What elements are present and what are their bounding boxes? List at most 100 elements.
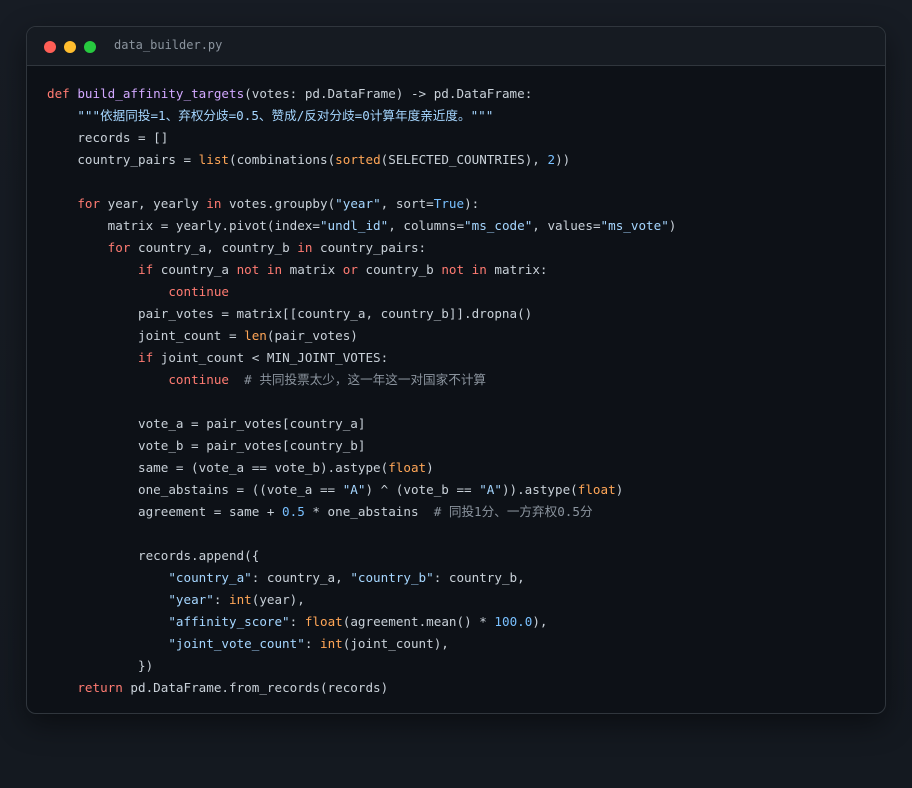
code-token: or [342, 262, 358, 277]
code-token: len [244, 328, 267, 343]
code-token: : [304, 636, 320, 651]
code-token: pd.DataFrame.from_records(records) [122, 680, 389, 695]
code-token: float [388, 460, 427, 475]
code-token: }) [47, 658, 154, 673]
code-token: return [77, 680, 123, 695]
code-token: not in [441, 262, 487, 277]
code-token: "joint_vote_count" [168, 636, 305, 651]
code-token: (year), [251, 592, 305, 607]
code-token: "A" [479, 482, 502, 497]
code-token: same = (vote_a == vote_b).astype( [47, 460, 389, 475]
code-token: year, yearly [100, 196, 207, 211]
code-token: * one_abstains [304, 504, 434, 519]
title-bar: data_builder.py [27, 27, 885, 66]
code-token: : [213, 592, 229, 607]
code-token: vote_a = pair_votes[country_a] [47, 416, 366, 431]
code-line: vote_b = pair_votes[country_b] [47, 435, 676, 457]
code-line: "affinity_score": float(agreement.mean()… [47, 611, 676, 633]
code-line: if country_a not in matrix or country_b … [47, 259, 676, 281]
code-token: # 同投1分、一方弃权0.5分 [433, 504, 593, 519]
code-token: def [47, 86, 78, 101]
code-token: for [107, 240, 131, 255]
code-line: one_abstains = ((vote_a == "A") ^ (vote_… [47, 479, 676, 501]
code-token: 100.0 [494, 614, 533, 629]
code-line: joint_count = len(pair_votes) [47, 325, 676, 347]
code-token: sorted [335, 152, 381, 167]
code-token: vote_b = pair_votes[country_b] [47, 438, 366, 453]
code-token: "year" [335, 196, 381, 211]
code-token: : country_b, [433, 570, 525, 585]
code-block[interactable]: def build_affinity_targets(votes: pd.Dat… [47, 83, 676, 699]
code-token: matrix [282, 262, 343, 277]
code-token: """依据同投=1、弃权分歧=0.5、赞成/反对分歧=0计算年度亲近度。""" [77, 108, 494, 123]
code-token: )).astype( [501, 482, 578, 497]
code-line: matrix = yearly.pivot(index="undl_id", c… [47, 215, 677, 237]
code-window: data_builder.py def build_affinity_targe… [26, 26, 886, 714]
code-token: pair_votes = matrix[[country_a, country_… [47, 306, 533, 321]
code-token: int [319, 636, 343, 651]
code-token: country_b [357, 262, 442, 277]
code-token: country_pairs = [47, 152, 199, 167]
maximize-window-button[interactable] [84, 41, 96, 53]
code-token: country_a [153, 262, 237, 277]
code-token: int [229, 592, 252, 607]
code-token: for [77, 196, 101, 211]
code-token: : [289, 614, 305, 629]
code-token: if [138, 262, 154, 277]
code-token: list [198, 152, 229, 167]
code-token: # 共同投票太少，这一年这一对国家不计算 [244, 372, 487, 387]
code-token: "country_a" [168, 570, 252, 585]
code-line: agreement = same + 0.5 * one_abstains # … [47, 501, 676, 523]
code-token: ), [532, 614, 548, 629]
code-token: ): [464, 196, 480, 211]
code-token: votes.groupby( [221, 196, 336, 211]
minimize-window-button[interactable] [64, 41, 76, 53]
code-token: (joint_count), [342, 636, 449, 651]
code-token: ) [615, 482, 624, 497]
code-line: def build_affinity_targets(votes: pd.Dat… [47, 83, 676, 105]
code-token: (pair_votes) [266, 328, 358, 343]
code-token: 2 [547, 152, 556, 167]
code-token: country_a, country_b [130, 240, 298, 255]
close-window-button[interactable] [44, 41, 56, 53]
code-line: for country_a, country_b in country_pair… [47, 237, 676, 259]
code-line: same = (vote_a == vote_b).astype(float) [47, 457, 676, 479]
code-token: joint_count = [47, 328, 245, 343]
code-token: agreement = same + [47, 504, 283, 519]
code-token: "ms_code" [464, 218, 533, 233]
code-line: for year, yearly in votes.groupby("year"… [47, 193, 676, 215]
code-line: return pd.DataFrame.from_records(records… [47, 677, 676, 699]
code-line: if joint_count < MIN_JOINT_VOTES: [47, 347, 676, 369]
code-token: "country_b" [350, 570, 434, 585]
code-token: (combinations( [229, 152, 336, 167]
code-token: (votes: pd.DataFrame) -> pd.DataFrame: [244, 86, 533, 101]
code-token: not in [236, 262, 283, 277]
code-token: records.append({ [47, 548, 260, 563]
code-token: matrix = yearly.pivot(index= [47, 218, 320, 233]
code-token: if [138, 350, 154, 365]
code-token: country_pairs: [312, 240, 427, 255]
code-token: "year" [168, 592, 214, 607]
code-token: 0.5 [282, 504, 305, 519]
code-line: "joint_vote_count": int(joint_count), [47, 633, 676, 655]
code-line: vote_a = pair_votes[country_a] [47, 413, 676, 435]
code-token: ) [426, 460, 434, 475]
code-token: continue [168, 284, 229, 299]
code-line: continue # 共同投票太少，这一年这一对国家不计算 [47, 369, 676, 391]
code-line: records = [] [47, 127, 676, 149]
code-token: one_abstains = ((vote_a == [47, 482, 343, 497]
code-token: "undl_id" [319, 218, 389, 233]
code-line: }) [47, 655, 676, 677]
code-token: "ms_vote" [600, 218, 669, 233]
